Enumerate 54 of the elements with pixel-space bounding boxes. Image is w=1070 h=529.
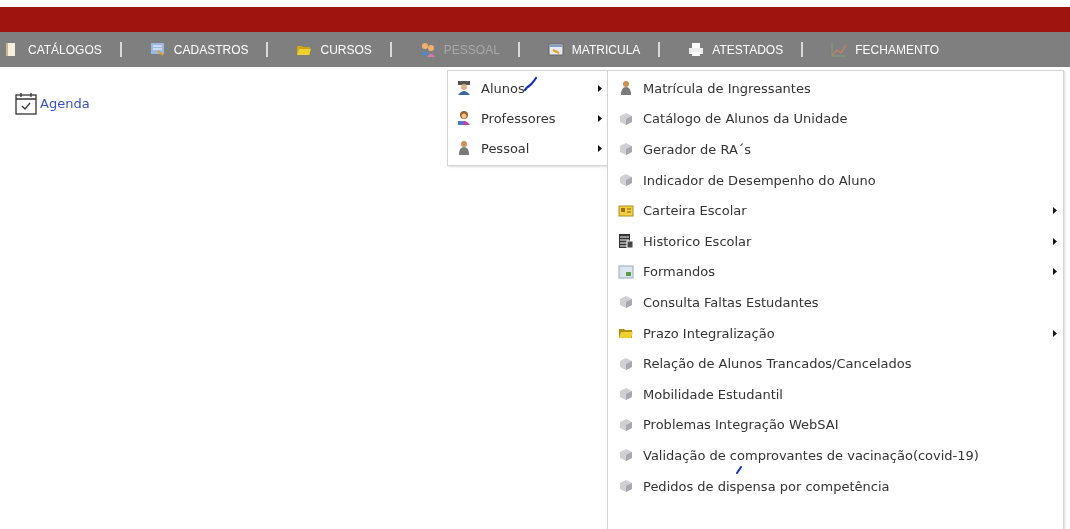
nav-menu-item[interactable]: FECHAMENTO — [827, 41, 943, 58]
menu-item[interactable]: Validação de comprovantes de vacinação(covid-19) — [608, 440, 1063, 471]
menu-item[interactable]: Gerador de RA´s — [608, 134, 1063, 165]
card-icon — [547, 41, 564, 58]
menu-item[interactable]: Matrícula de Ingressantes — [608, 73, 1063, 104]
menu-item[interactable]: Problemas Integração WebSAI — [608, 409, 1063, 441]
menu-item[interactable]: Prazo Integralização — [608, 317, 1063, 349]
submenu-arrow-icon — [598, 84, 602, 92]
table-icon — [618, 233, 634, 250]
cube-icon — [618, 294, 634, 311]
form-icon — [149, 41, 166, 58]
cube-icon — [618, 386, 634, 403]
menu-item[interactable]: Formandos — [608, 256, 1063, 288]
card-icon — [618, 202, 634, 219]
cube-icon — [618, 141, 634, 158]
nav-menu-item[interactable]: ATESTADOS — [684, 41, 788, 58]
cube-icon — [618, 172, 634, 189]
person-icon — [618, 80, 634, 97]
submenu-arrow-icon — [598, 114, 602, 122]
menu-item[interactable]: Pedidos de dispensa por competência — [608, 470, 1063, 502]
cube-icon — [618, 355, 634, 372]
menu-item[interactable]: Indicador de Desempenho do Aluno — [608, 164, 1063, 196]
chart-icon — [831, 41, 848, 58]
person-icon — [456, 140, 472, 156]
menu-item[interactable]: Catálogo de Alunos da Unidade — [608, 103, 1063, 135]
students-icon — [456, 80, 472, 96]
submenu-arrow-icon — [1053, 329, 1057, 337]
nav-menu-item[interactable]: CURSOS — [292, 41, 376, 58]
menu-item[interactable]: Relação de Alunos Trancados/Cancelados — [608, 348, 1063, 379]
nav-menu-item[interactable]: CADASTROS — [145, 41, 253, 58]
submenu-arrow-icon — [598, 144, 602, 152]
menu-item[interactable]: Consulta Faltas Estudantes — [608, 287, 1063, 318]
nav-menu-item[interactable]: MATRICULA — [543, 41, 645, 58]
people-icon — [419, 41, 436, 58]
pen-stroke-drawing — [523, 76, 539, 92]
cube-icon — [618, 478, 634, 494]
menu-item[interactable]: Historico Escolar — [608, 225, 1063, 257]
menu-item[interactable]: Mobilidade Estudantil — [608, 378, 1063, 410]
calendar-icon — [15, 91, 37, 115]
image-icon — [618, 263, 634, 280]
pen-stroke-drawing — [736, 466, 742, 474]
cube-icon — [618, 110, 634, 127]
cube-icon — [618, 416, 634, 433]
menu-item[interactable]: Alunos — [448, 73, 608, 103]
cube-icon — [618, 447, 634, 464]
submenu-arrow-icon — [1053, 207, 1057, 215]
teacher-icon — [456, 110, 472, 126]
menu-item[interactable]: Pessoal — [448, 133, 608, 163]
nav-menu-item[interactable]: CATÁLOGOS — [0, 41, 106, 58]
submenu-arrow-icon — [1053, 237, 1057, 245]
menu-item[interactable]: Carteira Escolar — [608, 195, 1063, 226]
submenu-arrow-icon — [1053, 268, 1057, 276]
printer-icon — [688, 41, 705, 58]
agenda-link[interactable]: Agenda — [40, 95, 90, 111]
